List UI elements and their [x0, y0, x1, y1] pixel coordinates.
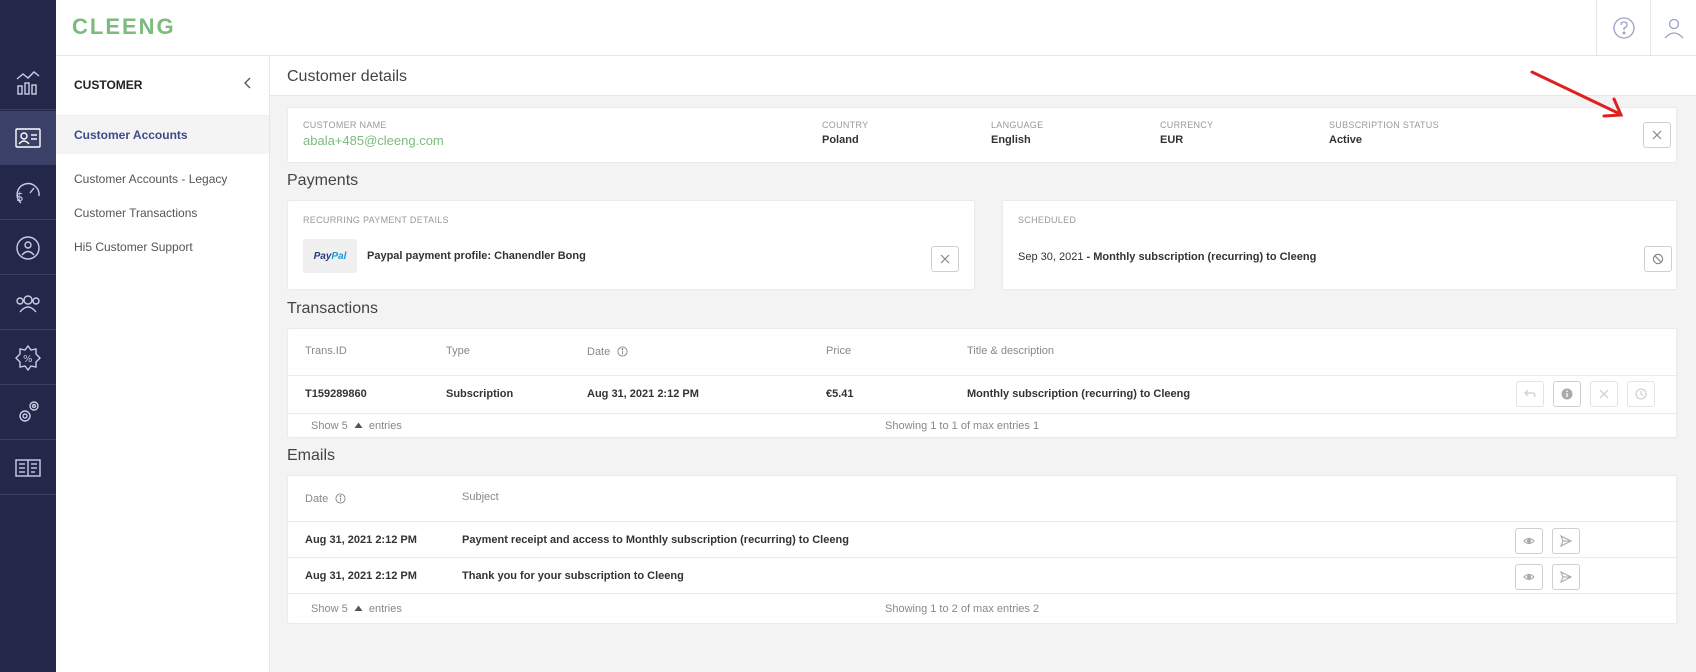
page-size-selector[interactable]: Show 5 entries: [311, 603, 402, 615]
caret-up-icon: [354, 605, 363, 611]
col-subject: Subject: [462, 491, 499, 503]
history-button[interactable]: [1627, 381, 1655, 407]
svg-text:%: %: [23, 354, 33, 365]
recurring-payment-card: RECURRING PAYMENT DETAILS Pay Pal Paypal …: [287, 200, 975, 290]
col-trans-id: Trans.ID: [305, 345, 347, 357]
send-icon: [1560, 571, 1572, 583]
discount-icon: %: [15, 344, 41, 371]
user-icon: [1664, 18, 1683, 39]
col-date: Date: [587, 346, 628, 358]
emails-table: Date Subject Aug 31, 2021 2:12 PM Paymen…: [287, 475, 1678, 624]
rail-item-users[interactable]: [0, 276, 56, 330]
page-title-bar: Customer details: [270, 56, 1696, 96]
icon-rail: $ %: [0, 0, 56, 672]
customer-subnav: CUSTOMER Customer Accounts Customer Acco…: [56, 56, 270, 672]
col-price: Price: [826, 345, 852, 357]
undo-icon: [1524, 389, 1536, 398]
clock-icon: [1635, 388, 1647, 400]
retention-icon: [16, 235, 40, 260]
rail-item-reports[interactable]: [0, 441, 56, 495]
chevron-left-icon: [244, 77, 251, 89]
eye-icon: [1523, 537, 1535, 545]
subnav-item-customer-accounts[interactable]: Customer Accounts: [56, 116, 269, 154]
status-value: Active: [1329, 134, 1363, 146]
transactions-table: Trans.ID Type Date Price Title & descrip…: [287, 328, 1678, 438]
help-icon: [1612, 17, 1635, 39]
view-email-button[interactable]: [1515, 564, 1543, 590]
rail-item-discounts[interactable]: %: [0, 331, 56, 385]
scheduled-payment-card: SCHEDULED Sep 30, 2021 - Monthly subscri…: [1002, 200, 1677, 290]
transaction-info-button[interactable]: [1553, 381, 1581, 407]
currency-field: CURRENCY EUR: [1160, 120, 1214, 146]
paypal-profile-text: Paypal payment profile: Chanendler Bong: [367, 250, 586, 262]
caret-up-icon: [354, 422, 363, 428]
view-email-button[interactable]: [1515, 528, 1543, 554]
info-icon[interactable]: [617, 346, 628, 357]
block-icon: [1652, 253, 1664, 265]
svg-text:$: $: [16, 190, 24, 204]
info-icon[interactable]: [335, 493, 346, 504]
rail-item-settings[interactable]: [0, 386, 56, 440]
reports-icon: [15, 458, 41, 477]
subnav-heading: CUSTOMER: [56, 56, 269, 116]
rail-item-retention[interactable]: [0, 221, 56, 275]
profile-button[interactable]: [1650, 0, 1696, 56]
subnav-item-customer-accounts-legacy[interactable]: Customer Accounts - Legacy: [56, 162, 269, 196]
top-header: CLEENG: [56, 0, 1696, 56]
close-icon: [940, 254, 950, 264]
settings-icon: [19, 400, 39, 422]
analytics-icon: [16, 70, 40, 95]
close-customer-button[interactable]: [1643, 122, 1671, 148]
close-icon: [1599, 389, 1609, 399]
subscription-status-field: SUBSCRIPTION STATUS Active: [1329, 120, 1439, 146]
payments-title: Payments: [287, 172, 359, 189]
close-icon: [1652, 130, 1662, 140]
customer-summary-card: CUSTOMER NAME abala+485@cleeng.com COUNT…: [287, 107, 1677, 163]
help-button[interactable]: [1596, 0, 1650, 56]
customer-card-icon: [15, 127, 41, 148]
paypal-logo: Pay Pal: [303, 239, 357, 273]
page-size-selector[interactable]: Show 5 entries: [311, 420, 402, 432]
refund-button[interactable]: [1516, 381, 1544, 407]
emails-title: Emails: [287, 447, 336, 464]
emails-pagination-info: Showing 1 to 2 of max entries 2: [885, 603, 1040, 615]
remove-payment-button[interactable]: [931, 246, 959, 272]
transactions-title: Transactions: [287, 300, 378, 317]
eye-icon: [1523, 573, 1535, 581]
language-field: LANGUAGE English: [991, 120, 1044, 146]
rail-item-revenue[interactable]: $: [0, 166, 56, 220]
annotation-arrow-icon: [1530, 70, 1624, 118]
send-icon: [1560, 535, 1572, 547]
info-icon: [1561, 388, 1573, 400]
users-icon: [16, 294, 40, 312]
subnav-item-hi5-support[interactable]: Hi5 Customer Support: [56, 230, 269, 264]
row-divider: [288, 375, 1678, 376]
app-logo: CLEENG: [72, 14, 176, 39]
scheduled-payment-text: Sep 30, 2021 - Monthly subscription (rec…: [1018, 251, 1317, 263]
subnav-collapse-button[interactable]: [241, 76, 255, 90]
col-title: Title & description: [967, 345, 1055, 357]
transactions-pagination-info: Showing 1 to 1 of max entries 1: [885, 420, 1040, 432]
rail-item-analytics[interactable]: [0, 56, 56, 110]
cancel-scheduled-button[interactable]: [1644, 246, 1672, 272]
customer-name-field: CUSTOMER NAME abala+485@cleeng.com: [303, 120, 444, 148]
cancel-transaction-button[interactable]: [1590, 381, 1618, 407]
row-divider: [288, 557, 1678, 558]
rail-item-customers[interactable]: [0, 111, 56, 165]
subnav-item-customer-transactions[interactable]: Customer Transactions: [56, 196, 269, 230]
resend-email-button[interactable]: [1552, 528, 1580, 554]
row-divider: [288, 593, 1678, 594]
main-content: Customer details CUSTOMER NAME abala+485…: [270, 56, 1696, 672]
customer-email[interactable]: abala+485@cleeng.com: [303, 133, 444, 148]
revenue-icon: $: [16, 182, 40, 204]
col-email-date: Date: [305, 493, 346, 505]
country-field: COUNTRY Poland: [822, 120, 869, 146]
row-divider: [288, 521, 1678, 522]
resend-email-button[interactable]: [1552, 564, 1580, 590]
row-divider: [288, 413, 1678, 414]
col-type: Type: [446, 345, 470, 357]
page-title: Customer details: [287, 68, 408, 85]
